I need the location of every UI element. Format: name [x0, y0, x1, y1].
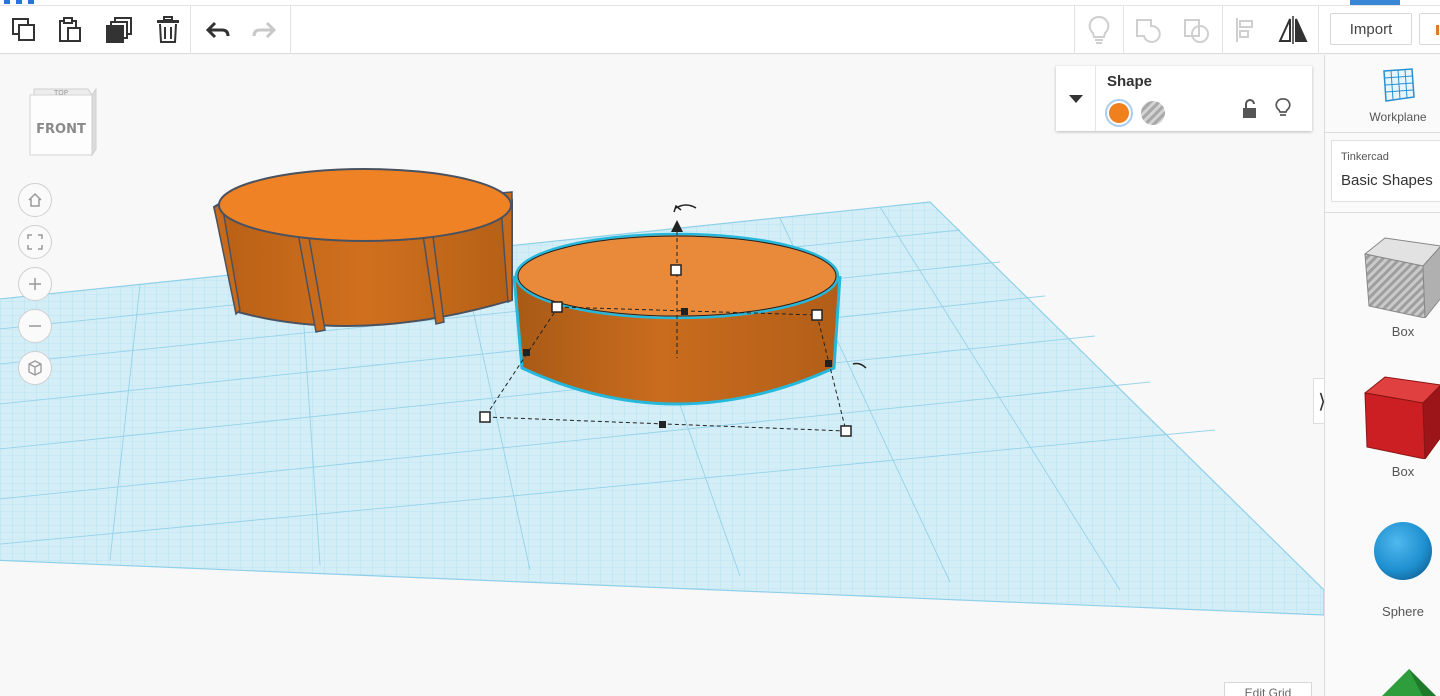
undo-icon — [205, 21, 230, 39]
cylinder-back[interactable] — [212, 168, 513, 333]
shape-item-sphere[interactable]: Sphere — [1325, 515, 1440, 645]
shapes-sidebar: Workplane Tinkercad Basic Shapes Box Box… — [1324, 55, 1440, 696]
lightbulb-icon — [1275, 98, 1291, 116]
pyramid-icon — [1382, 669, 1436, 696]
zoom-in-button[interactable] — [18, 267, 52, 301]
unlock-icon — [1243, 99, 1256, 118]
lock-toggle[interactable] — [1242, 99, 1258, 124]
perspective-cube-icon — [28, 360, 42, 376]
height-arrow-handle[interactable] — [671, 220, 683, 232]
align-icon — [1236, 18, 1253, 42]
shape-label: Box — [1391, 464, 1415, 479]
library-brand: Tinkercad — [1341, 151, 1389, 163]
group-icon — [1136, 19, 1161, 43]
shape-label: Box — [1391, 324, 1415, 339]
shape-item-box[interactable]: Box — [1325, 373, 1440, 503]
color-swatch — [1109, 103, 1129, 123]
paste-icon — [59, 17, 81, 42]
shape-panel-title: Shape — [1107, 73, 1153, 90]
collapse-panel-button[interactable] — [1056, 66, 1096, 131]
home-icon — [28, 192, 42, 207]
ortho-view-button[interactable] — [18, 351, 52, 385]
duplicate-icon — [106, 17, 132, 43]
shape-inspector-panel: Shape — [1056, 66, 1312, 131]
app-logo-block — [16, 0, 22, 4]
paste-button[interactable] — [50, 10, 90, 50]
shape-label: Sphere — [1382, 604, 1424, 619]
redo-icon — [252, 21, 277, 39]
workplane-icon — [1383, 68, 1415, 102]
align-button[interactable] — [1226, 10, 1266, 50]
box-icon — [1363, 376, 1440, 459]
delete-button[interactable] — [148, 10, 188, 50]
viewcube-top-label: TOP — [53, 89, 68, 97]
ungroup-icon — [1184, 19, 1209, 43]
workplane-button[interactable]: Workplane — [1325, 55, 1440, 133]
copy-icon — [12, 18, 35, 41]
library-category: Basic Shapes — [1341, 172, 1433, 189]
minus-icon — [29, 325, 41, 327]
fit-icon — [27, 234, 43, 250]
shape-item-box-hole[interactable]: Box — [1325, 230, 1440, 360]
sphere-icon — [1374, 522, 1432, 580]
zoom-out-button[interactable] — [18, 309, 52, 343]
viewcube-front-label: FRONT — [36, 122, 86, 137]
copy-button[interactable] — [4, 10, 44, 50]
fit-view-button[interactable] — [18, 225, 52, 259]
show-all-button[interactable] — [1079, 10, 1119, 50]
shape-library-selector[interactable]: Tinkercad Basic Shapes — [1331, 140, 1440, 202]
trash-icon — [157, 16, 179, 43]
workplane-canvas[interactable]: ne — [0, 55, 1324, 696]
box-hole-icon — [1363, 237, 1440, 318]
solid-color-button[interactable] — [1105, 99, 1133, 127]
caret-down-icon — [1068, 94, 1083, 103]
redo-button[interactable] — [244, 10, 284, 50]
ungroup-button[interactable] — [1176, 10, 1216, 50]
mirror-button[interactable] — [1273, 10, 1313, 50]
plus-icon — [29, 278, 41, 290]
view-cube[interactable]: TOP FRONT — [22, 85, 102, 165]
group-button[interactable] — [1128, 10, 1168, 50]
edit-grid-button[interactable]: Edit Grid — [1224, 682, 1312, 696]
duplicate-button[interactable] — [100, 10, 140, 50]
app-logo-block — [28, 0, 34, 4]
lightbulb-icon — [1088, 15, 1110, 44]
app-logo-block — [4, 0, 10, 4]
visibility-toggle[interactable] — [1275, 98, 1291, 123]
home-view-button[interactable] — [18, 183, 52, 217]
hole-button[interactable] — [1141, 101, 1165, 125]
undo-button[interactable] — [198, 10, 238, 50]
import-button[interactable]: Import — [1330, 13, 1412, 45]
tab-accent — [1350, 0, 1400, 5]
3d-viewport[interactable]: ne — [0, 55, 1324, 696]
mirror-icon — [1278, 16, 1308, 44]
main-toolbar: Import — [0, 6, 1440, 54]
export-button[interactable] — [1419, 13, 1440, 45]
workplane-label: Workplane — [1369, 110, 1427, 124]
